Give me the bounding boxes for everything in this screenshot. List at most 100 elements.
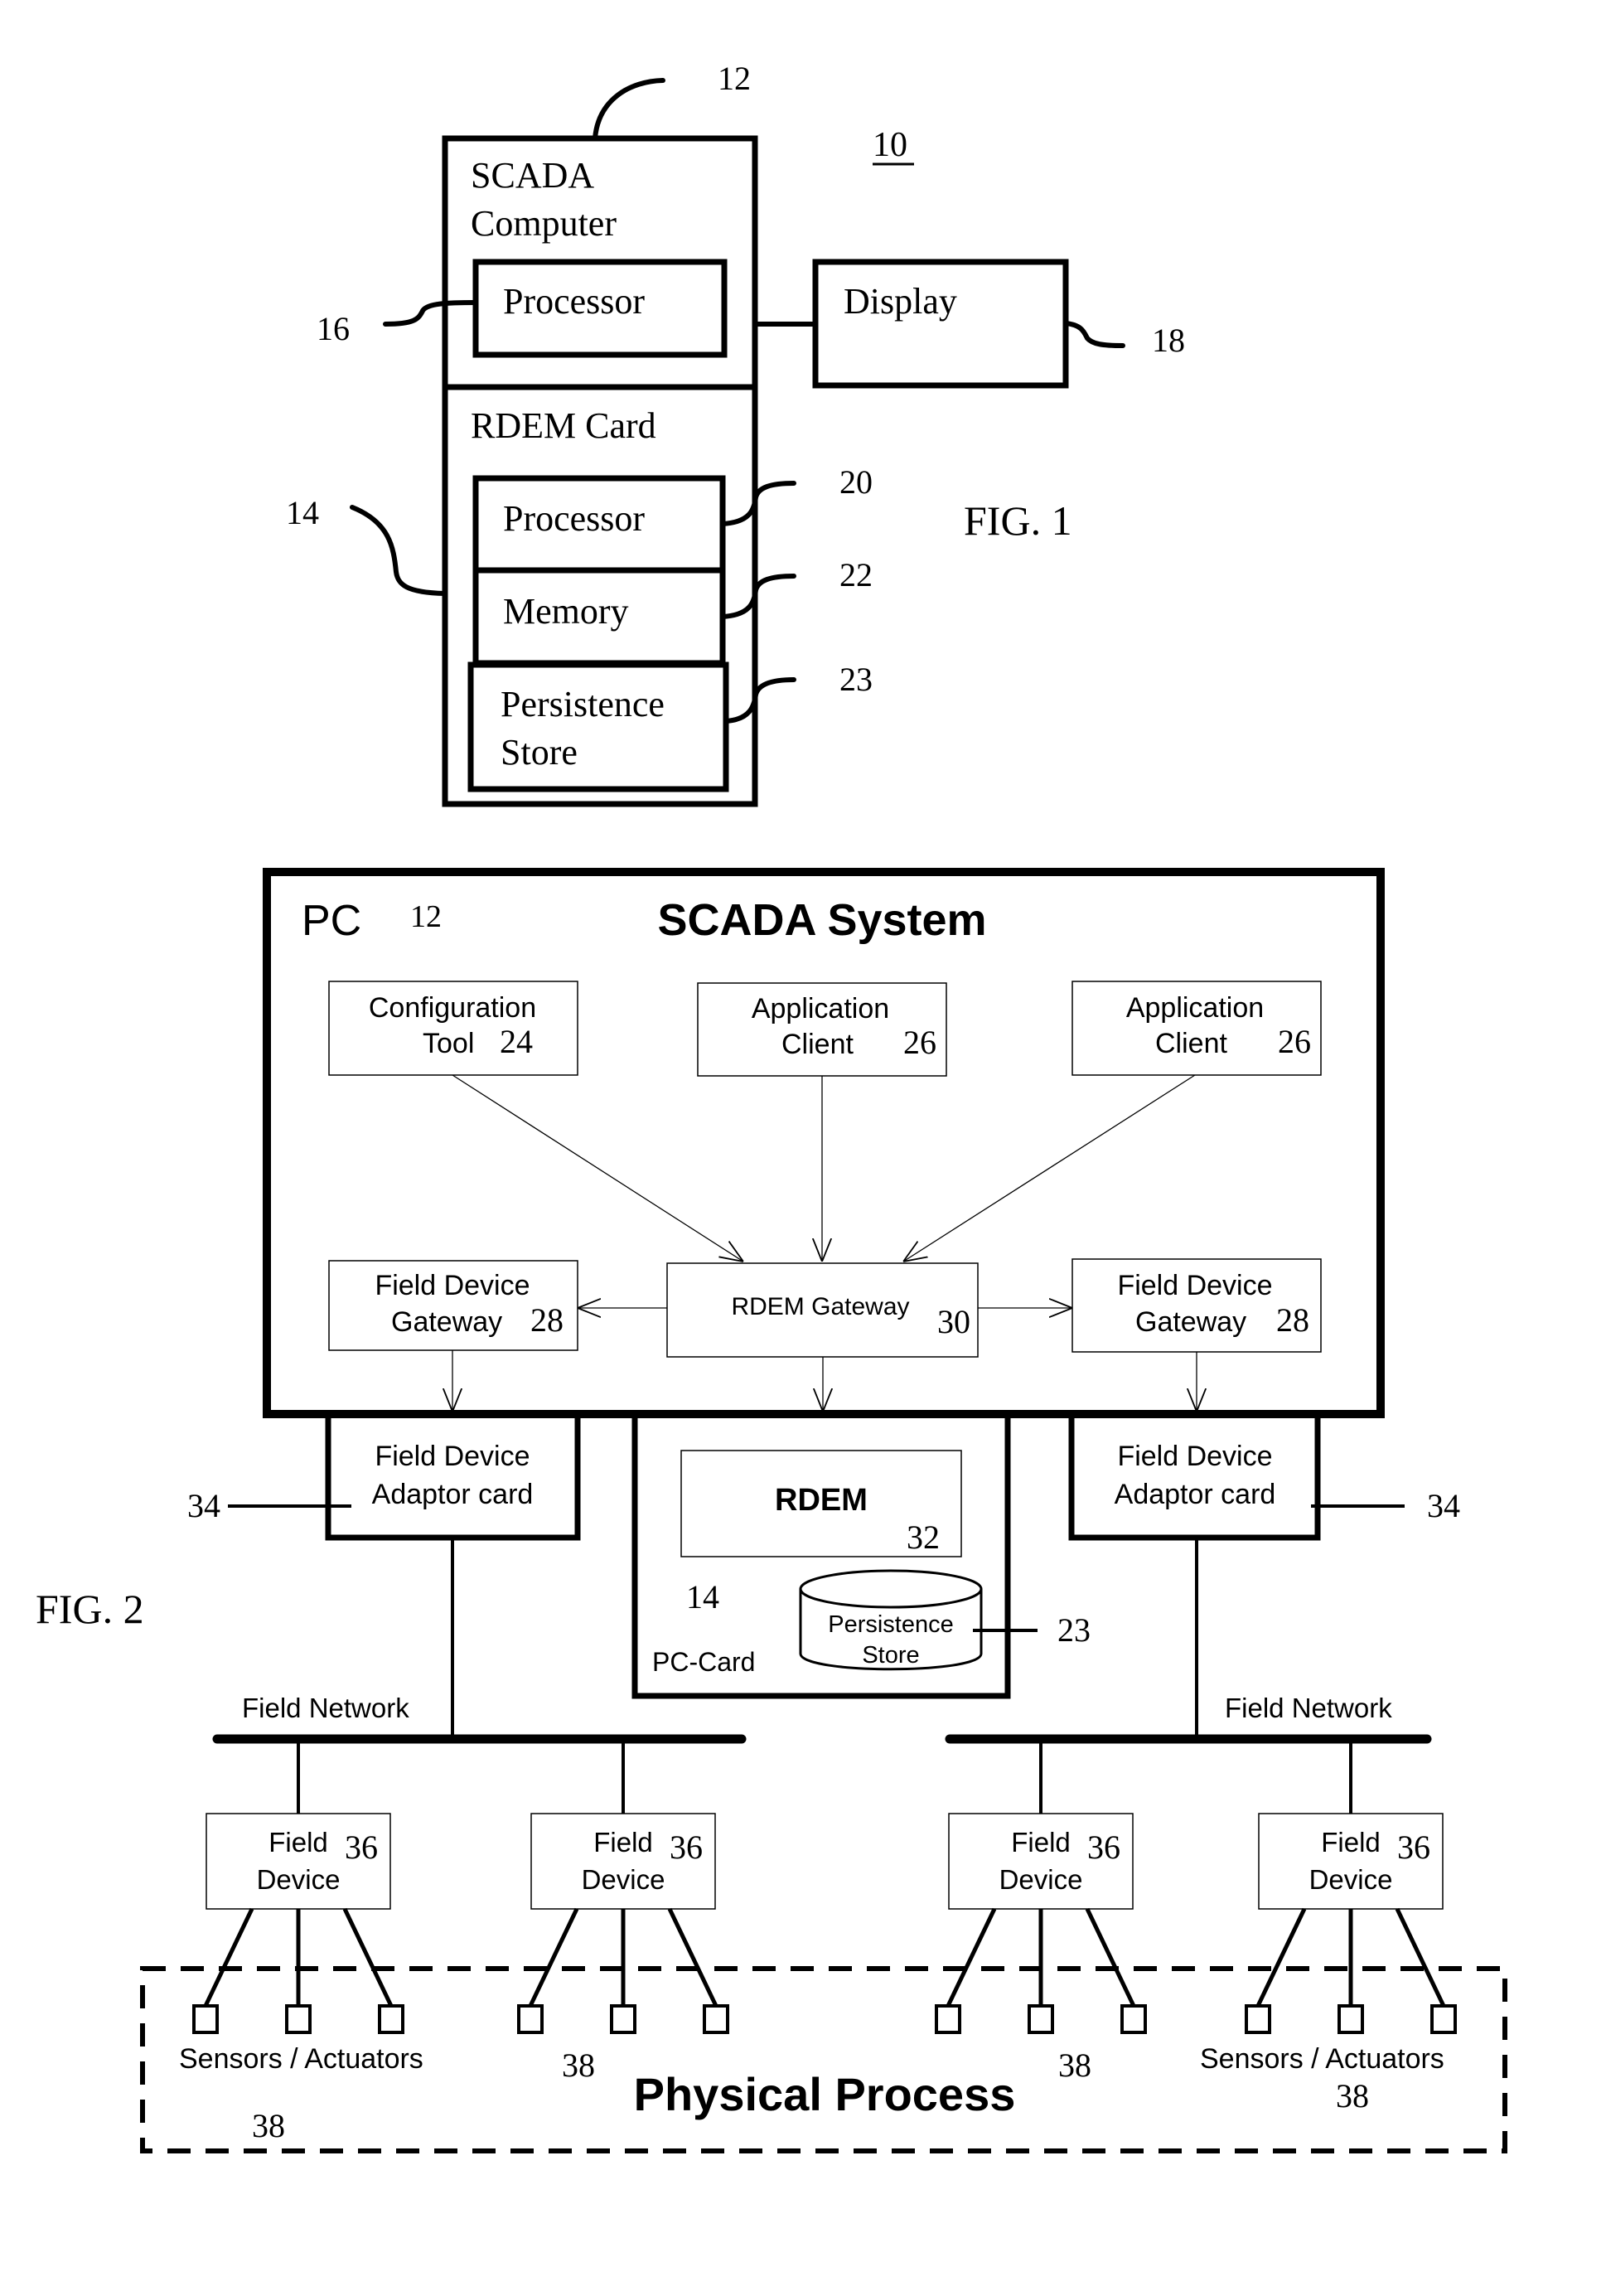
field-network-2-label: Field Network (1225, 1693, 1392, 1723)
adaptor-card-2-label-1: Field Device (1117, 1441, 1272, 1472)
pc-label: PC (302, 897, 361, 945)
fig2: FIG. 2 PC 12 SCADA System Configuration … (36, 868, 1507, 2153)
patent-drawing: 12 10 SCADA Computer Processor 16 Displa… (36, 60, 1507, 2153)
arrow-config-to-gateway (452, 1074, 743, 1262)
physical-process-label: Physical Process (634, 2068, 1016, 2120)
pc-card-ref: 14 (686, 1578, 719, 1615)
sensor-actuator-1-3 (378, 2004, 404, 2034)
scada-computer-label-1: SCADA (471, 155, 594, 196)
fig1: 12 10 SCADA Computer Processor 16 Displa… (286, 60, 1185, 807)
fig2-label: FIG. 2 (36, 1586, 144, 1632)
sensors-actuators-1-ref: 38 (252, 2107, 285, 2144)
field-device-gateway-1-ref: 28 (530, 1301, 564, 1339)
sensor-actuator-4-2 (1338, 2004, 1364, 2034)
adaptor-card-1-ref: 34 (187, 1487, 220, 1524)
sensors-actuators-2-ref: 38 (562, 2047, 595, 2084)
ref-16: 16 (317, 310, 350, 347)
application-client-2-label-2: Client (1155, 1028, 1227, 1059)
field-devices: FieldDevice36 FieldDevice36 FieldDevice36 F… (192, 1739, 1457, 2034)
sensor-actuator-2-1 (517, 2004, 544, 2034)
field-device-1-label-1: Field (268, 1827, 328, 1858)
sensors-actuators-4-ref: 38 (1336, 2077, 1369, 2114)
persistence-store-label-1: Persistence (828, 1611, 954, 1638)
leader-20 (720, 481, 796, 526)
configuration-tool-label-2: Tool (423, 1028, 474, 1059)
adaptor-card-2-label-2: Adaptor card (1115, 1479, 1276, 1510)
sensor-wire-4-1 (1255, 1907, 1307, 2008)
fig1-label: FIG. 1 (964, 497, 1072, 544)
field-device-3-ref: 36 (1087, 1829, 1120, 1866)
scada-computer-label-2: Computer (471, 203, 617, 244)
adaptor-card-1-label-1: Field Device (375, 1441, 530, 1472)
sensor-wire-3-3 (1085, 1907, 1136, 2008)
adaptor-card-box-2 (1068, 1417, 1321, 1541)
configuration-tool-label-1: Configuration (369, 992, 536, 1024)
application-client-1-ref: 26 (903, 1024, 936, 1061)
field-device-gateway-1-label-1: Field Device (375, 1270, 530, 1301)
rdem-ref: 32 (907, 1519, 940, 1556)
field-network-1-label: Field Network (242, 1693, 409, 1723)
sensor-actuator-1-2 (285, 2004, 312, 2034)
field-device-2-ref: 36 (670, 1829, 703, 1866)
ref-12: 12 (718, 60, 751, 97)
sensor-actuator-3-3 (1120, 2004, 1147, 2034)
application-client-1-label-2: Client (781, 1029, 854, 1060)
sensor-wire-2-3 (667, 1907, 718, 2008)
ref-14: 14 (286, 494, 319, 531)
field-device-3-label-2: Device (999, 1864, 1083, 1895)
card-processor-label: Processor (503, 498, 645, 539)
rdem-card-label: RDEM Card (471, 405, 656, 446)
application-client-2-ref: 26 (1278, 1023, 1311, 1060)
field-device-3-label-1: Field (1011, 1827, 1071, 1858)
sensor-actuator-2-3 (703, 2004, 729, 2034)
ref-18: 18 (1152, 322, 1185, 359)
configuration-tool-ref: 24 (500, 1023, 533, 1060)
field-device-gateway-1-label-2: Gateway (391, 1306, 502, 1338)
system-ref-10: 10 (873, 126, 907, 164)
field-device-gateway-2-label-1: Field Device (1117, 1270, 1272, 1301)
persistence-label-2: Store (501, 732, 578, 773)
persistence-store-ref: 23 (1057, 1611, 1091, 1649)
field-device-1-label-2: Device (257, 1864, 341, 1895)
leader-14 (350, 505, 447, 596)
pc-ref: 12 (410, 899, 442, 934)
rdem-gateway-ref: 30 (937, 1303, 970, 1340)
ref-20: 20 (839, 463, 873, 501)
ref-23: 23 (839, 661, 873, 698)
field-device-gateway-2-label-2: Gateway (1135, 1306, 1246, 1338)
application-client-1-label-1: Application (752, 993, 889, 1024)
adaptor-card-1-label-2: Adaptor card (372, 1479, 534, 1510)
adaptor-card-box-1 (325, 1417, 581, 1541)
persistence-store-label-2: Store (862, 1642, 919, 1669)
field-device-2-label-2: Device (582, 1864, 665, 1895)
sensor-actuator-3-1 (935, 2004, 961, 2034)
arrow-client2-to-gateway (903, 1074, 1196, 1262)
field-device-4-label-2: Device (1309, 1864, 1393, 1895)
field-device-2-label-1: Field (593, 1827, 653, 1858)
memory-label: Memory (503, 591, 629, 632)
field-device-1-ref: 36 (345, 1829, 378, 1866)
application-client-2-label-1: Application (1126, 992, 1264, 1024)
sensor-actuator-3-2 (1028, 2004, 1054, 2034)
scada-system-title: SCADA System (657, 895, 986, 945)
rdem-gateway-label: RDEM Gateway (731, 1293, 909, 1320)
sensor-wire-1-3 (342, 1907, 394, 2008)
persistence-label-1: Persistence (501, 684, 665, 724)
sensors-actuators-3-ref: 38 (1058, 2047, 1091, 2084)
processor-label: Processor (503, 281, 645, 322)
sensor-actuator-4-3 (1430, 2004, 1457, 2034)
field-device-gateway-2-ref: 28 (1276, 1301, 1309, 1339)
pc-card-label: PC-Card (652, 1647, 755, 1677)
adaptor-card-2-ref: 34 (1427, 1487, 1460, 1524)
sensor-wire-2-1 (528, 1907, 579, 2008)
sensor-actuator-2-2 (610, 2004, 636, 2034)
sensors-actuators-4-label: Sensors / Actuators (1200, 2043, 1444, 2075)
sensor-wire-1-1 (203, 1907, 254, 2008)
leader-16 (383, 300, 478, 327)
field-device-4-label-1: Field (1321, 1827, 1381, 1858)
ref-22: 22 (839, 556, 873, 593)
field-device-4-ref: 36 (1397, 1829, 1430, 1866)
leader-22 (720, 574, 796, 619)
sensor-wire-4-3 (1395, 1907, 1446, 2008)
leader-23 (723, 677, 796, 724)
